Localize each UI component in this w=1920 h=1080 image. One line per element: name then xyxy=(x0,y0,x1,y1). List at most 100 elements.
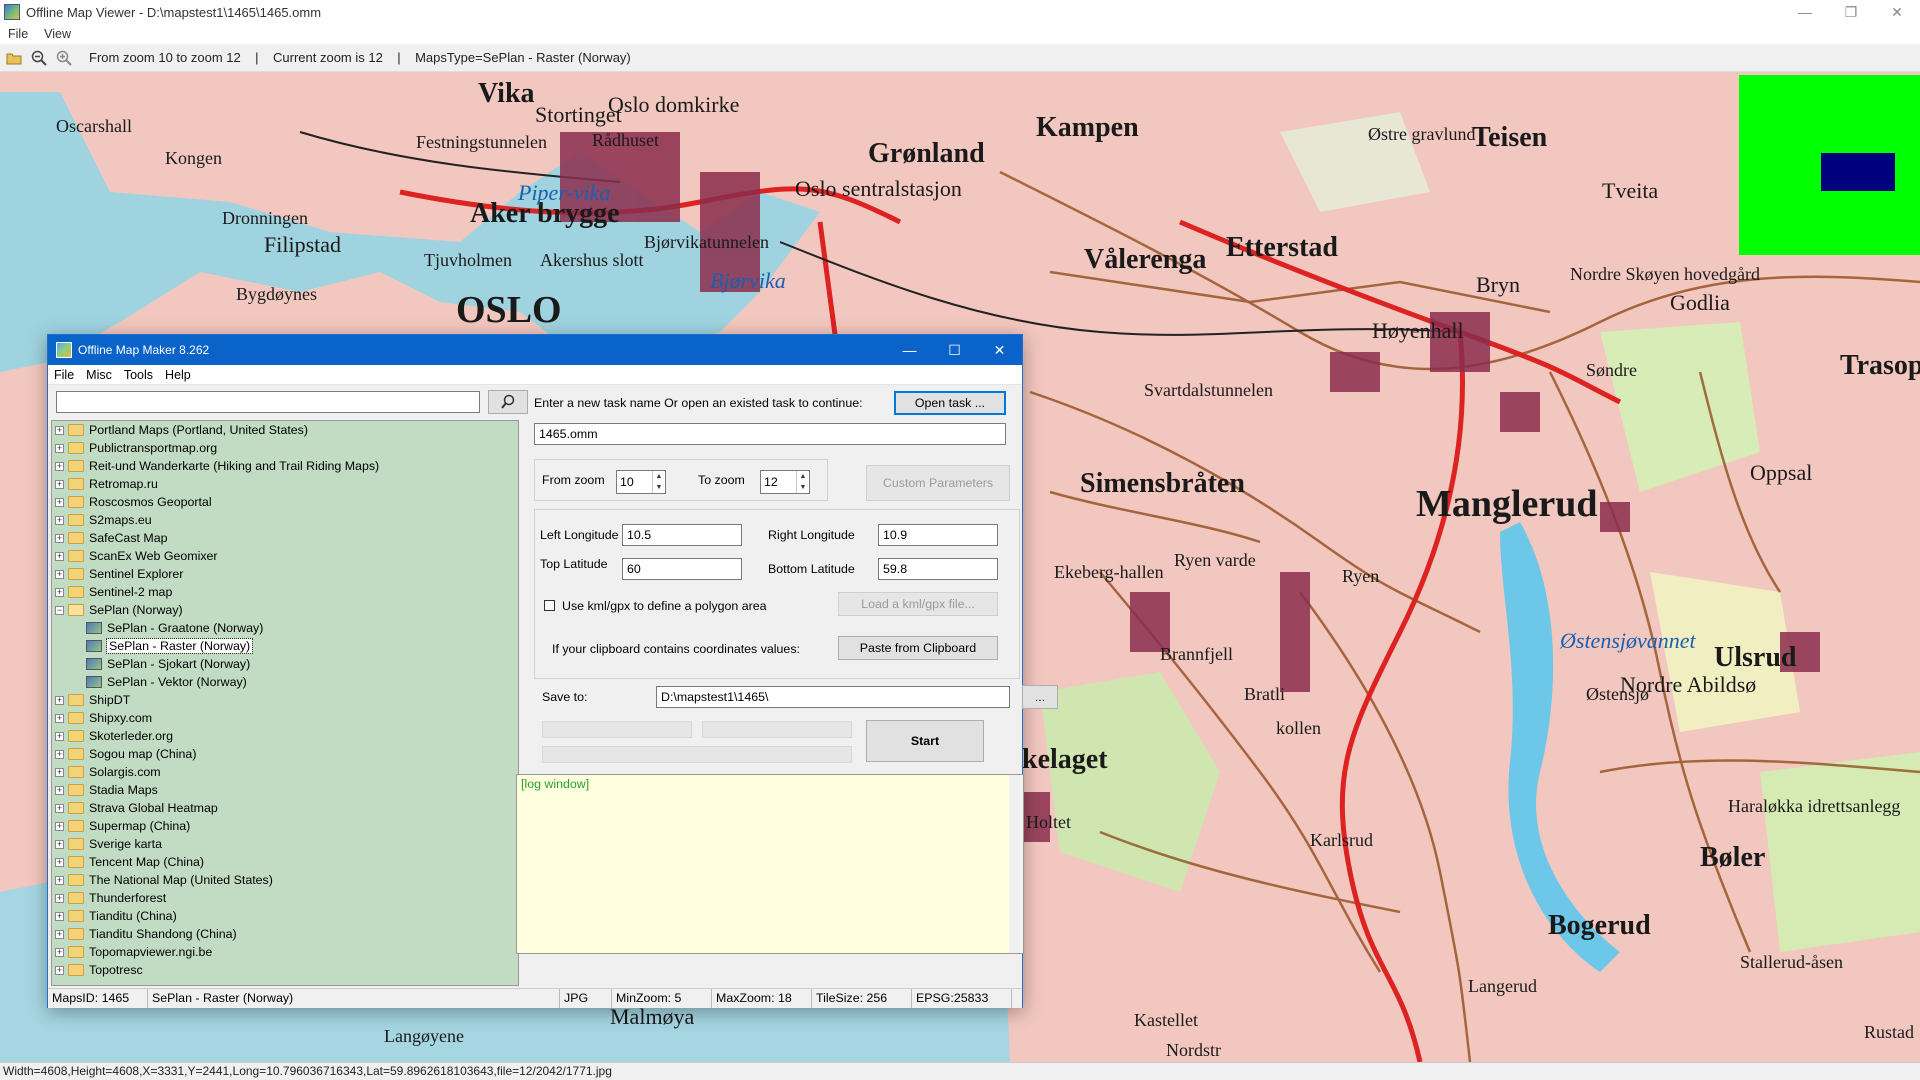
tree-item[interactable]: + Skoterleder.org xyxy=(52,727,518,745)
tree-item[interactable]: − SePlan (Norway) xyxy=(52,601,518,619)
tree-item[interactable]: + The National Map (United States) xyxy=(52,871,518,889)
dialog-maximize-button[interactable]: ☐ xyxy=(932,335,977,365)
top-latitude-input[interactable]: 60 xyxy=(622,558,742,580)
tree-item[interactable]: + Topomapviewer.ngi.be xyxy=(52,943,518,961)
custom-parameters-button[interactable]: Custom Parameters xyxy=(866,465,1010,501)
tree-item[interactable]: + Sentinel Explorer xyxy=(52,565,518,583)
expand-icon[interactable]: + xyxy=(55,857,64,867)
left-longitude-input[interactable]: 10.5 xyxy=(622,524,742,546)
tree-item[interactable]: + Retromap.ru xyxy=(52,475,518,493)
tree-item[interactable]: + ShipDT xyxy=(52,691,518,709)
spin-up-icon[interactable]: ▲ xyxy=(796,471,809,482)
expand-icon[interactable]: + xyxy=(55,821,64,831)
overview-viewport-box[interactable] xyxy=(1821,153,1895,191)
maximize-button[interactable]: ❐ xyxy=(1828,0,1874,24)
load-kml-button[interactable]: Load a kml/gpx file... xyxy=(838,592,998,616)
overview-minimap[interactable] xyxy=(1739,75,1920,255)
paste-from-clipboard-button[interactable]: Paste from Clipboard xyxy=(838,636,998,660)
kml-polygon-checkbox[interactable] xyxy=(544,600,555,611)
zoom-in-icon[interactable] xyxy=(53,47,75,69)
expand-icon[interactable]: + xyxy=(55,803,64,813)
expand-icon[interactable]: + xyxy=(55,947,64,957)
dialog-minimize-button[interactable]: — xyxy=(887,335,932,365)
expand-icon[interactable]: + xyxy=(55,767,64,777)
expand-icon[interactable]: + xyxy=(55,515,64,525)
search-row xyxy=(56,390,528,415)
expand-icon[interactable]: + xyxy=(55,443,64,453)
save-to-input[interactable]: D:\mapstest1\1465\ xyxy=(656,686,1010,708)
dialog-menu-help[interactable]: Help xyxy=(159,368,197,382)
tree-item[interactable]: SePlan - Raster (Norway) xyxy=(52,637,518,655)
expand-icon[interactable]: + xyxy=(55,839,64,849)
search-button[interactable] xyxy=(488,390,528,414)
expand-icon[interactable]: + xyxy=(55,533,64,543)
expand-icon[interactable]: + xyxy=(55,551,64,561)
open-task-button[interactable]: Open task ... xyxy=(894,391,1006,415)
expand-icon[interactable]: + xyxy=(55,893,64,903)
tree-item[interactable]: SePlan - Vektor (Norway) xyxy=(52,673,518,691)
tree-item[interactable]: + Roscosmos Geoportal xyxy=(52,493,518,511)
right-longitude-input[interactable]: 10.9 xyxy=(878,524,998,546)
expand-icon[interactable]: + xyxy=(55,875,64,885)
tree-item[interactable]: + Shipxy.com xyxy=(52,709,518,727)
tree-item[interactable]: SePlan - Graatone (Norway) xyxy=(52,619,518,637)
close-button[interactable]: ✕ xyxy=(1874,0,1920,24)
menu-file[interactable]: File xyxy=(0,27,36,41)
map-source-tree[interactable]: + Portland Maps (Portland, United States)… xyxy=(51,420,519,986)
map-search-input[interactable] xyxy=(56,391,480,413)
tree-item[interactable]: + Topotresc xyxy=(52,961,518,979)
log-scrollbar[interactable] xyxy=(1009,775,1023,953)
dialog-close-button[interactable]: ✕ xyxy=(977,335,1022,365)
expand-icon[interactable]: + xyxy=(55,695,64,705)
tree-item[interactable]: + Tianditu (China) xyxy=(52,907,518,925)
from-zoom-spinner[interactable]: 10 ▲ ▼ xyxy=(616,470,666,494)
tree-item[interactable]: + S2maps.eu xyxy=(52,511,518,529)
expand-icon[interactable]: + xyxy=(55,911,64,921)
dialog-menu-file[interactable]: File xyxy=(48,368,80,382)
expand-icon[interactable]: + xyxy=(55,461,64,471)
dialog-menu-tools[interactable]: Tools xyxy=(118,368,159,382)
tree-item[interactable]: + Tencent Map (China) xyxy=(52,853,518,871)
zoom-out-icon[interactable] xyxy=(28,47,50,69)
tree-item[interactable]: + Sogou map (China) xyxy=(52,745,518,763)
tree-item[interactable]: + Tianditu Shandong (China) xyxy=(52,925,518,943)
expand-icon[interactable]: + xyxy=(55,497,64,507)
tree-item[interactable]: + Stadia Maps xyxy=(52,781,518,799)
expand-icon[interactable]: + xyxy=(55,569,64,579)
spin-up-icon[interactable]: ▲ xyxy=(652,471,665,482)
tree-item[interactable]: + Supermap (China) xyxy=(52,817,518,835)
expand-icon[interactable]: + xyxy=(55,929,64,939)
spin-down-icon[interactable]: ▼ xyxy=(796,482,809,493)
tree-item[interactable]: + Reit-und Wanderkarte (Hiking and Trail … xyxy=(52,457,518,475)
tree-item[interactable]: + ScanEx Web Geomixer xyxy=(52,547,518,565)
expand-icon[interactable]: + xyxy=(55,749,64,759)
start-button[interactable]: Start xyxy=(866,720,984,762)
tree-item[interactable]: + Solargis.com xyxy=(52,763,518,781)
tree-item[interactable]: + Publictransportmap.org xyxy=(52,439,518,457)
tree-item[interactable]: + Sverige karta xyxy=(52,835,518,853)
to-zoom-spinner[interactable]: 12 ▲ ▼ xyxy=(760,470,810,494)
expand-icon[interactable]: + xyxy=(55,731,64,741)
task-name-input[interactable]: 1465.omm xyxy=(534,423,1006,445)
tree-item[interactable]: + Thunderforest xyxy=(52,889,518,907)
menu-view[interactable]: View xyxy=(36,27,79,41)
browse-folder-button[interactable]: ... xyxy=(1022,685,1058,709)
expand-icon[interactable]: + xyxy=(55,965,64,975)
open-folder-icon[interactable] xyxy=(3,47,25,69)
tree-item[interactable]: + SafeCast Map xyxy=(52,529,518,547)
bottom-latitude-input[interactable]: 59.8 xyxy=(878,558,998,580)
tree-item[interactable]: SePlan - Sjokart (Norway) xyxy=(52,655,518,673)
collapse-icon[interactable]: − xyxy=(55,605,64,615)
expand-icon[interactable]: + xyxy=(55,587,64,597)
spin-down-icon[interactable]: ▼ xyxy=(652,482,665,493)
dialog-menu-misc[interactable]: Misc xyxy=(80,368,118,382)
log-window[interactable]: [log window] xyxy=(516,774,1024,954)
expand-icon[interactable]: + xyxy=(55,479,64,489)
tree-item[interactable]: + Strava Global Heatmap xyxy=(52,799,518,817)
expand-icon[interactable]: + xyxy=(55,785,64,795)
tree-item[interactable]: + Portland Maps (Portland, United States) xyxy=(52,421,518,439)
tree-item[interactable]: + Sentinel-2 map xyxy=(52,583,518,601)
expand-icon[interactable]: + xyxy=(55,713,64,723)
expand-icon[interactable]: + xyxy=(55,425,64,435)
minimize-button[interactable]: — xyxy=(1782,0,1828,24)
